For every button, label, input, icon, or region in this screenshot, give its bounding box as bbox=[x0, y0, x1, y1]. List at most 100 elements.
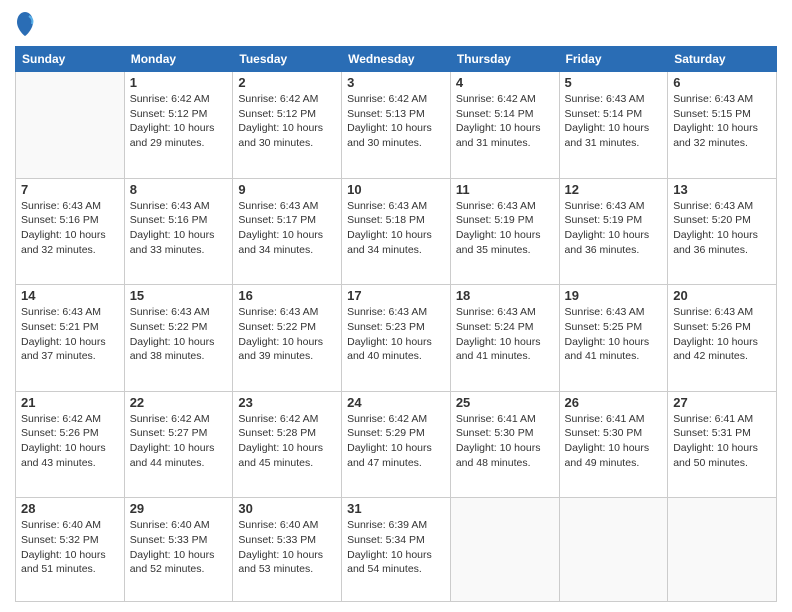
calendar-cell: 16 Sunrise: 6:43 AM Sunset: 5:22 PM Dayli… bbox=[233, 285, 342, 392]
day-number: 1 bbox=[130, 75, 228, 90]
header-row: Sunday Monday Tuesday Wednesday Thursday… bbox=[16, 47, 777, 72]
calendar-cell: 8Sunrise: 6:43 AM Sunset: 5:16 PM Daylig… bbox=[124, 178, 233, 285]
calendar-cell: 9Sunrise: 6:43 AM Sunset: 5:17 PM Daylig… bbox=[233, 178, 342, 285]
day-number: 28 bbox=[21, 501, 119, 516]
calendar-week-3: 21Sunrise: 6:42 AM Sunset: 5:26 PM Dayli… bbox=[16, 391, 777, 498]
calendar-cell: 29 Sunrise: 6:40 AM Sunset: 5:33 PM Dayli… bbox=[124, 498, 233, 602]
day-info: Sunrise: 6:40 AM Sunset: 5:33 PM Dayligh… bbox=[238, 518, 336, 577]
calendar-cell bbox=[450, 498, 559, 602]
calendar-cell: 20 Sunrise: 6:43 AM Sunset: 5:26 PM Dayli… bbox=[668, 285, 777, 392]
calendar-cell: 25 Sunrise: 6:41 AM Sunset: 5:30 PM Dayli… bbox=[450, 391, 559, 498]
logo-icon bbox=[15, 10, 35, 38]
day-info: Sunrise: 6:40 AM Sunset: 5:32 PM Dayligh… bbox=[21, 518, 119, 577]
day-number: 2 bbox=[238, 75, 336, 90]
calendar-cell bbox=[559, 498, 668, 602]
calendar-cell: 3Sunrise: 6:42 AM Sunset: 5:13 PM Daylig… bbox=[342, 72, 451, 179]
calendar-cell: 17Sunrise: 6:43 AM Sunset: 5:23 PM Dayli… bbox=[342, 285, 451, 392]
calendar-cell: 30 Sunrise: 6:40 AM Sunset: 5:33 PM Dayli… bbox=[233, 498, 342, 602]
day-info: Sunrise: 6:43 AM Sunset: 5:20 PM Dayligh… bbox=[673, 199, 771, 258]
calendar-cell: 11 Sunrise: 6:43 AM Sunset: 5:19 PM Dayli… bbox=[450, 178, 559, 285]
calendar-week-4: 28 Sunrise: 6:40 AM Sunset: 5:32 PM Dayli… bbox=[16, 498, 777, 602]
day-number: 29 bbox=[130, 501, 228, 516]
calendar-cell: 6Sunrise: 6:43 AM Sunset: 5:15 PM Daylig… bbox=[668, 72, 777, 179]
day-number: 13 bbox=[673, 182, 771, 197]
calendar-week-1: 7 Sunrise: 6:43 AM Sunset: 5:16 PM Daylig… bbox=[16, 178, 777, 285]
calendar-cell: 28 Sunrise: 6:40 AM Sunset: 5:32 PM Dayli… bbox=[16, 498, 125, 602]
day-info: Sunrise: 6:42 AM Sunset: 5:29 PM Dayligh… bbox=[347, 412, 445, 471]
day-info: Sunrise: 6:42 AM Sunset: 5:13 PM Dayligh… bbox=[347, 92, 445, 151]
day-number: 20 bbox=[673, 288, 771, 303]
col-friday: Friday bbox=[559, 47, 668, 72]
day-number: 25 bbox=[456, 395, 554, 410]
day-info: Sunrise: 6:43 AM Sunset: 5:15 PM Dayligh… bbox=[673, 92, 771, 151]
day-info: Sunrise: 6:41 AM Sunset: 5:31 PM Dayligh… bbox=[673, 412, 771, 471]
day-info: Sunrise: 6:40 AM Sunset: 5:33 PM Dayligh… bbox=[130, 518, 228, 577]
calendar-body: 1 Sunrise: 6:42 AM Sunset: 5:12 PM Daylig… bbox=[16, 72, 777, 602]
col-thursday: Thursday bbox=[450, 47, 559, 72]
day-number: 27 bbox=[673, 395, 771, 410]
calendar-cell: 24 Sunrise: 6:42 AM Sunset: 5:29 PM Dayli… bbox=[342, 391, 451, 498]
col-saturday: Saturday bbox=[668, 47, 777, 72]
day-number: 7 bbox=[21, 182, 119, 197]
calendar-cell: 21Sunrise: 6:42 AM Sunset: 5:26 PM Dayli… bbox=[16, 391, 125, 498]
day-number: 14 bbox=[21, 288, 119, 303]
day-number: 22 bbox=[130, 395, 228, 410]
col-wednesday: Wednesday bbox=[342, 47, 451, 72]
day-info: Sunrise: 6:41 AM Sunset: 5:30 PM Dayligh… bbox=[565, 412, 663, 471]
calendar-cell: 19Sunrise: 6:43 AM Sunset: 5:25 PM Dayli… bbox=[559, 285, 668, 392]
header bbox=[15, 10, 777, 38]
day-info: Sunrise: 6:43 AM Sunset: 5:16 PM Dayligh… bbox=[130, 199, 228, 258]
day-info: Sunrise: 6:43 AM Sunset: 5:23 PM Dayligh… bbox=[347, 305, 445, 364]
calendar-week-0: 1 Sunrise: 6:42 AM Sunset: 5:12 PM Daylig… bbox=[16, 72, 777, 179]
day-info: Sunrise: 6:42 AM Sunset: 5:14 PM Dayligh… bbox=[456, 92, 554, 151]
calendar-cell: 1 Sunrise: 6:42 AM Sunset: 5:12 PM Daylig… bbox=[124, 72, 233, 179]
day-info: Sunrise: 6:43 AM Sunset: 5:17 PM Dayligh… bbox=[238, 199, 336, 258]
day-number: 31 bbox=[347, 501, 445, 516]
day-info: Sunrise: 6:43 AM Sunset: 5:19 PM Dayligh… bbox=[565, 199, 663, 258]
day-number: 12 bbox=[565, 182, 663, 197]
calendar-cell: 5Sunrise: 6:43 AM Sunset: 5:14 PM Daylig… bbox=[559, 72, 668, 179]
calendar-cell: 10 Sunrise: 6:43 AM Sunset: 5:18 PM Dayli… bbox=[342, 178, 451, 285]
calendar-cell: 13 Sunrise: 6:43 AM Sunset: 5:20 PM Dayli… bbox=[668, 178, 777, 285]
calendar-cell: 23 Sunrise: 6:42 AM Sunset: 5:28 PM Dayli… bbox=[233, 391, 342, 498]
day-info: Sunrise: 6:39 AM Sunset: 5:34 PM Dayligh… bbox=[347, 518, 445, 577]
day-number: 10 bbox=[347, 182, 445, 197]
calendar: Sunday Monday Tuesday Wednesday Thursday… bbox=[15, 46, 777, 602]
day-info: Sunrise: 6:41 AM Sunset: 5:30 PM Dayligh… bbox=[456, 412, 554, 471]
day-info: Sunrise: 6:42 AM Sunset: 5:28 PM Dayligh… bbox=[238, 412, 336, 471]
calendar-cell: 7 Sunrise: 6:43 AM Sunset: 5:16 PM Daylig… bbox=[16, 178, 125, 285]
day-number: 16 bbox=[238, 288, 336, 303]
calendar-cell: 12 Sunrise: 6:43 AM Sunset: 5:19 PM Dayli… bbox=[559, 178, 668, 285]
day-number: 11 bbox=[456, 182, 554, 197]
calendar-cell: 27 Sunrise: 6:41 AM Sunset: 5:31 PM Dayli… bbox=[668, 391, 777, 498]
day-number: 18 bbox=[456, 288, 554, 303]
calendar-cell bbox=[668, 498, 777, 602]
day-info: Sunrise: 6:43 AM Sunset: 5:18 PM Dayligh… bbox=[347, 199, 445, 258]
calendar-cell: 18 Sunrise: 6:43 AM Sunset: 5:24 PM Dayli… bbox=[450, 285, 559, 392]
col-monday: Monday bbox=[124, 47, 233, 72]
calendar-header: Sunday Monday Tuesday Wednesday Thursday… bbox=[16, 47, 777, 72]
col-sunday: Sunday bbox=[16, 47, 125, 72]
logo bbox=[15, 10, 39, 38]
day-info: Sunrise: 6:43 AM Sunset: 5:22 PM Dayligh… bbox=[238, 305, 336, 364]
day-number: 24 bbox=[347, 395, 445, 410]
day-info: Sunrise: 6:42 AM Sunset: 5:26 PM Dayligh… bbox=[21, 412, 119, 471]
day-info: Sunrise: 6:43 AM Sunset: 5:26 PM Dayligh… bbox=[673, 305, 771, 364]
calendar-cell: 4Sunrise: 6:42 AM Sunset: 5:14 PM Daylig… bbox=[450, 72, 559, 179]
calendar-cell: 26Sunrise: 6:41 AM Sunset: 5:30 PM Dayli… bbox=[559, 391, 668, 498]
calendar-week-2: 14 Sunrise: 6:43 AM Sunset: 5:21 PM Dayli… bbox=[16, 285, 777, 392]
day-info: Sunrise: 6:43 AM Sunset: 5:24 PM Dayligh… bbox=[456, 305, 554, 364]
day-number: 15 bbox=[130, 288, 228, 303]
calendar-cell: 31 Sunrise: 6:39 AM Sunset: 5:34 PM Dayli… bbox=[342, 498, 451, 602]
day-info: Sunrise: 6:43 AM Sunset: 5:19 PM Dayligh… bbox=[456, 199, 554, 258]
day-number: 30 bbox=[238, 501, 336, 516]
day-info: Sunrise: 6:43 AM Sunset: 5:22 PM Dayligh… bbox=[130, 305, 228, 364]
day-info: Sunrise: 6:43 AM Sunset: 5:21 PM Dayligh… bbox=[21, 305, 119, 364]
day-info: Sunrise: 6:42 AM Sunset: 5:12 PM Dayligh… bbox=[238, 92, 336, 151]
day-number: 23 bbox=[238, 395, 336, 410]
calendar-cell: 14 Sunrise: 6:43 AM Sunset: 5:21 PM Dayli… bbox=[16, 285, 125, 392]
calendar-cell: 2 Sunrise: 6:42 AM Sunset: 5:12 PM Daylig… bbox=[233, 72, 342, 179]
page: Sunday Monday Tuesday Wednesday Thursday… bbox=[0, 0, 792, 612]
day-info: Sunrise: 6:43 AM Sunset: 5:16 PM Dayligh… bbox=[21, 199, 119, 258]
day-info: Sunrise: 6:42 AM Sunset: 5:12 PM Dayligh… bbox=[130, 92, 228, 151]
